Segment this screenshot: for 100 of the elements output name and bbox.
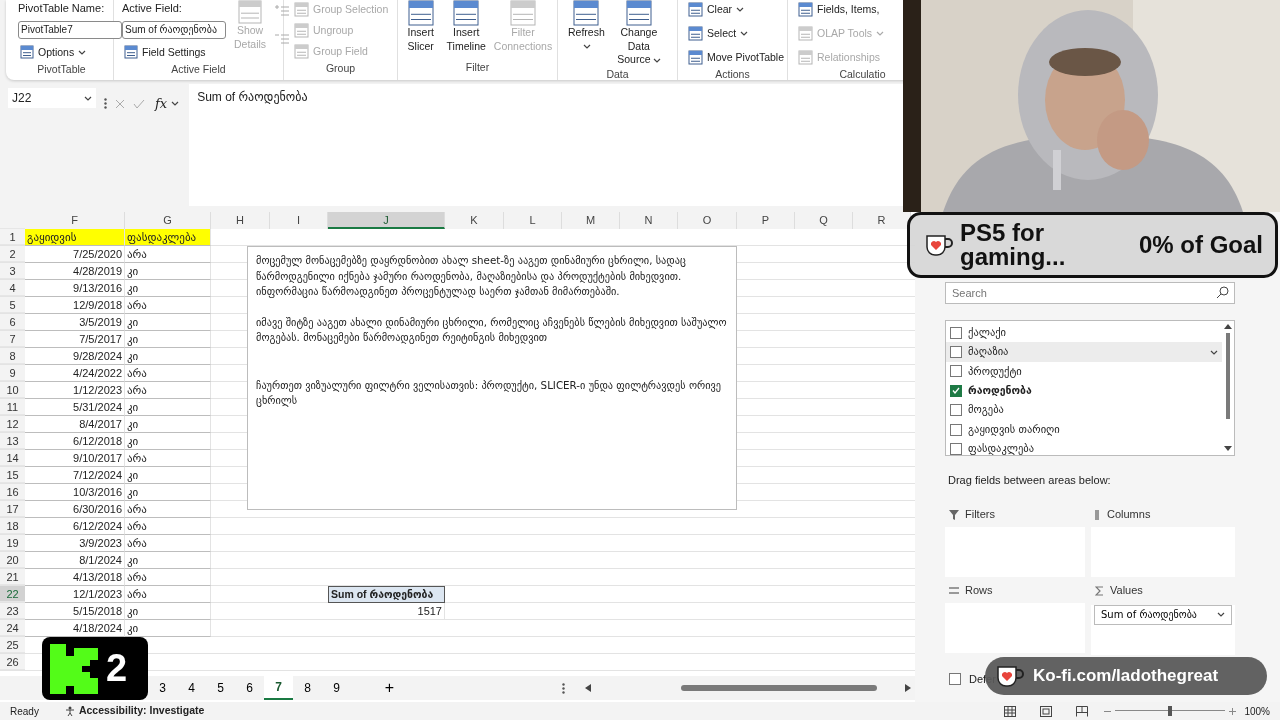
checkbox[interactable]: [950, 365, 962, 378]
row-header[interactable]: 5: [0, 297, 25, 313]
column-header[interactable]: I: [270, 212, 328, 229]
row-header[interactable]: 11: [0, 399, 25, 415]
horizontal-scrollbar[interactable]: [583, 682, 913, 694]
row-header[interactable]: 20: [0, 552, 25, 568]
add-sheet-button[interactable]: +: [375, 674, 404, 702]
ribbon-button[interactable]: Fields, Items,: [796, 0, 887, 20]
field-item[interactable]: ქალაქი: [946, 323, 1222, 343]
table-icon: [294, 23, 309, 39]
row-header[interactable]: 14: [0, 450, 25, 466]
row-header[interactable]: 13: [0, 433, 25, 449]
table-cell: 1/12/2023: [25, 382, 125, 399]
active-field-input[interactable]: Sum of რაოდენობა: [122, 20, 226, 39]
zoom-in-icon[interactable]: [1229, 707, 1237, 715]
normal-view-icon[interactable]: [1004, 705, 1017, 717]
column-header[interactable]: H: [211, 212, 270, 229]
row-header[interactable]: 16: [0, 484, 25, 500]
ribbon-button[interactable]: Clear: [686, 0, 787, 20]
column-header[interactable]: Q: [795, 212, 853, 229]
column-header[interactable]: P: [737, 212, 795, 229]
check-icon[interactable]: [133, 98, 145, 109]
row-header[interactable]: 7: [0, 331, 25, 347]
caret-icon: [740, 31, 749, 37]
value-field-button[interactable]: Sum of რაოდენობა: [1094, 604, 1232, 625]
table-cell: 8/4/2017: [25, 416, 125, 433]
row-header[interactable]: 22: [0, 586, 25, 602]
sheet-tab[interactable]: 9: [322, 677, 351, 699]
name-box[interactable]: J22: [8, 88, 96, 108]
column-header[interactable]: O: [678, 212, 737, 229]
accessibility-button[interactable]: Accessibility: Investigate: [62, 701, 207, 720]
checkbox[interactable]: [950, 326, 962, 339]
row-header[interactable]: 18: [0, 518, 25, 534]
field-item[interactable]: გაყიდვის თარიღი: [946, 419, 1222, 440]
ribbon-button[interactable]: Refresh: [566, 0, 607, 54]
sheet-tab[interactable]: 4: [177, 677, 206, 699]
sheet-tab[interactable]: 5: [206, 677, 235, 699]
ribbon-button[interactable]: Select: [686, 23, 787, 44]
row-header[interactable]: 24: [0, 620, 25, 636]
row-header[interactable]: 15: [0, 467, 25, 483]
row-header[interactable]: 8: [0, 348, 25, 364]
zoom-level[interactable]: 100%: [1244, 703, 1270, 719]
page-break-icon[interactable]: [1076, 705, 1089, 717]
checkbox[interactable]: [950, 443, 962, 456]
options-button[interactable]: Options: [18, 42, 122, 63]
sheet-tab[interactable]: 8: [293, 677, 322, 699]
table-cell: კი: [125, 399, 211, 416]
more-icon[interactable]: [562, 682, 565, 694]
ribbon-button[interactable]: Insert Slicer: [401, 0, 441, 54]
field-settings-button[interactable]: Field Settings: [122, 42, 226, 63]
search-icon[interactable]: [1216, 286, 1229, 299]
formula-text[interactable]: Sum of რაოდენობა: [197, 90, 308, 104]
column-header[interactable]: N: [620, 212, 678, 229]
column-header[interactable]: J: [328, 212, 445, 229]
field-item[interactable]: ფასდაკლება: [946, 439, 1222, 459]
field-item[interactable]: რაოდენობა: [946, 381, 1222, 401]
ribbon-button[interactable]: Move PivotTable: [686, 47, 787, 68]
ribbon-button[interactable]: Insert Timeline: [442, 0, 490, 54]
checkbox[interactable]: [950, 423, 962, 436]
row-header[interactable]: 6: [0, 314, 25, 330]
sheet-tab[interactable]: 7: [264, 676, 293, 700]
search-field[interactable]: Search: [945, 282, 1235, 304]
row-header[interactable]: 19: [0, 535, 25, 551]
row-header[interactable]: 12: [0, 416, 25, 432]
slider-thumb[interactable]: [1168, 706, 1173, 716]
table-cell: 12/9/2018: [25, 297, 125, 314]
field-item[interactable]: მოგება: [946, 400, 1222, 420]
row-header[interactable]: 4: [0, 280, 25, 296]
name-field[interactable]: PivotTable7: [18, 20, 122, 39]
row-header[interactable]: 3: [0, 263, 25, 279]
sheet-tab[interactable]: 3: [148, 677, 177, 699]
sheet-tab[interactable]: 6: [235, 677, 264, 699]
row-header[interactable]: 10: [0, 382, 25, 398]
more-icon[interactable]: [104, 98, 107, 110]
insert-function-button[interactable]: fx: [153, 92, 182, 116]
row-header[interactable]: 21: [0, 569, 25, 585]
drop-zone[interactable]: Sum of რაოდენობა: [1091, 604, 1235, 655]
checkbox[interactable]: [950, 384, 962, 397]
row-header[interactable]: 25: [0, 637, 25, 653]
column-header[interactable]: G: [125, 212, 211, 229]
table-cell: კი: [125, 314, 211, 331]
table-cell: არა: [125, 501, 211, 518]
field-item[interactable]: პროდუქტი: [946, 361, 1222, 382]
row-header[interactable]: 9: [0, 365, 25, 381]
row-header[interactable]: 17: [0, 501, 25, 517]
column-header[interactable]: K: [445, 212, 504, 229]
row-header[interactable]: 23: [0, 603, 25, 619]
ribbon-button[interactable]: Change Data Source: [608, 0, 669, 67]
page-layout-icon[interactable]: [1040, 705, 1053, 717]
checkbox[interactable]: [950, 346, 962, 359]
row-header[interactable]: 26: [0, 654, 25, 670]
row-header[interactable]: 1: [0, 229, 25, 245]
column-header[interactable]: M: [562, 212, 620, 229]
column-header[interactable]: R: [853, 212, 911, 229]
column-header[interactable]: F: [25, 212, 125, 229]
column-header[interactable]: L: [504, 212, 562, 229]
field-item[interactable]: მაღაზია: [946, 342, 1222, 362]
checkbox[interactable]: [950, 404, 962, 417]
row-header[interactable]: 2: [0, 246, 25, 262]
checkbox[interactable]: [949, 672, 961, 685]
